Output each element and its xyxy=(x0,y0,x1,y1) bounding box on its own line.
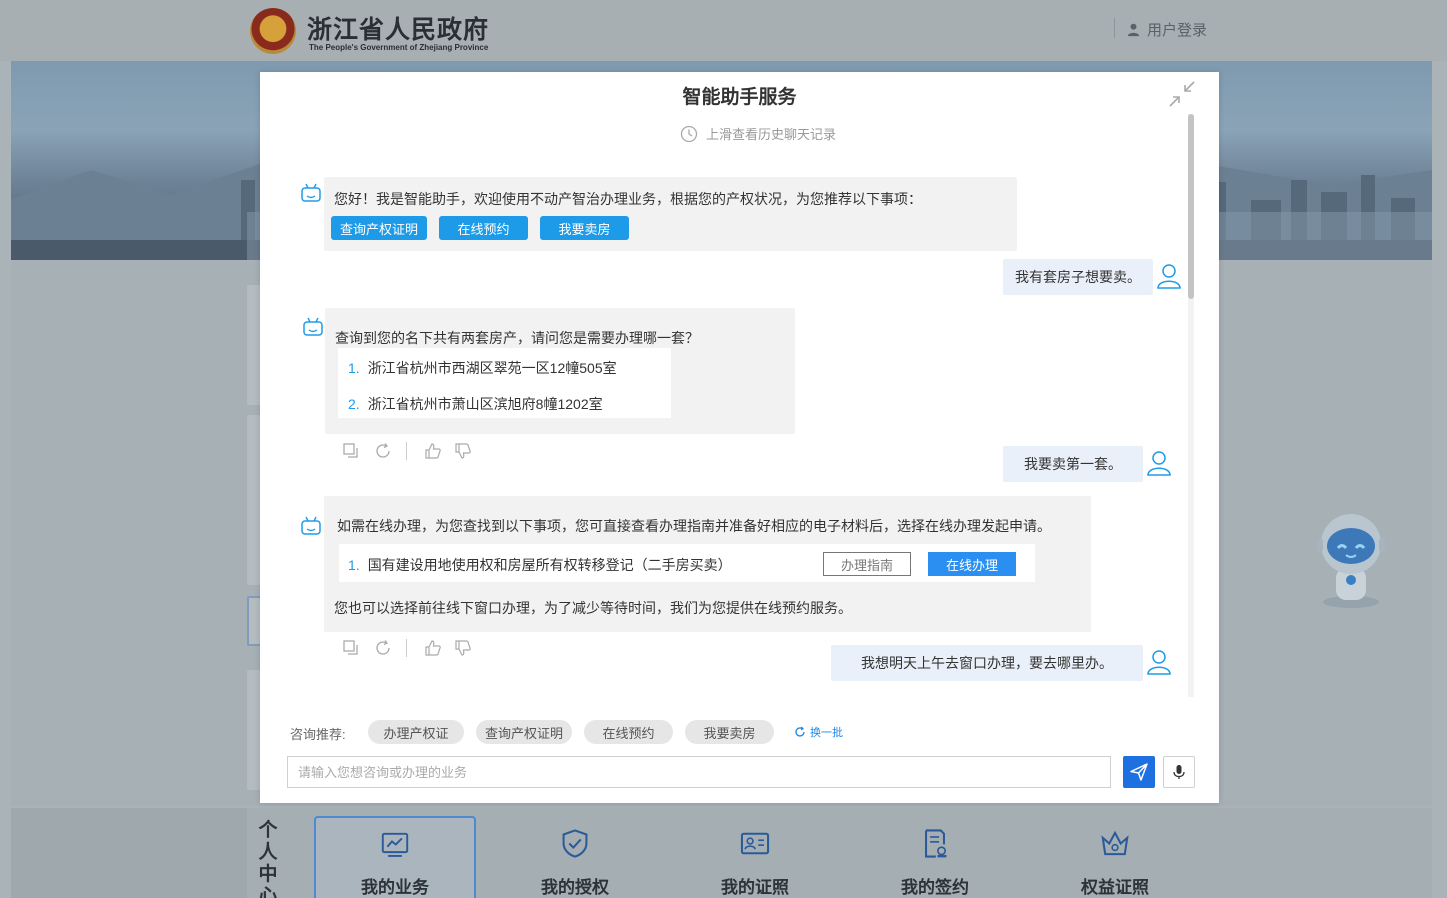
guide-button[interactable]: 办理指南 xyxy=(823,552,911,576)
assistant-robot-icon[interactable] xyxy=(1306,510,1396,610)
clock-icon xyxy=(680,125,698,142)
user-message: 我有套房子想要卖。 xyxy=(1003,259,1153,295)
user-avatar-icon xyxy=(1147,650,1171,675)
quick-my-licenses[interactable]: 我的证照 xyxy=(674,816,836,898)
thumbs-up-icon[interactable] xyxy=(424,639,442,657)
id-card-icon xyxy=(740,832,770,855)
quick-my-business[interactable]: 我的业务 xyxy=(314,816,476,898)
refresh-icon xyxy=(795,726,805,737)
personal-center-label: 个人中心 xyxy=(258,820,278,898)
dialog-title: 智能助手服务 xyxy=(682,87,797,108)
bot-message: 查询到您的名下共有两套房产，请问您是需要办理哪一套？ 1. 浙江省杭州市西湖区翠苑… xyxy=(325,308,795,434)
header-divider xyxy=(1114,18,1115,38)
user-avatar-icon xyxy=(1147,451,1171,476)
bot-avatar-icon xyxy=(303,317,323,336)
bot-avatar-icon xyxy=(301,516,321,535)
actions-divider xyxy=(406,442,407,460)
thumbs-down-icon[interactable] xyxy=(454,442,472,460)
paper-plane-icon xyxy=(1130,763,1148,781)
chip-query-property-certificate[interactable]: 查询产权证明 xyxy=(331,216,427,240)
assistant-dialog: 智能助手服务 上滑查看历史聊天记录 您好！我是智能助手，欢迎使用不动产智治办理业… xyxy=(260,72,1219,803)
user-avatar-icon xyxy=(1157,264,1181,289)
bot-message-text: 如需在线办理，为您查找到以下事项，您可直接查看办理指南并准备好相应的电子材料后，… xyxy=(337,518,1051,534)
contract-icon xyxy=(925,829,947,858)
chip-sell-house[interactable]: 我要卖房 xyxy=(540,216,629,240)
message-actions xyxy=(342,442,472,460)
service-item: 1. 国有建设用地使用权和房屋所有权转移登记（二手房买卖） xyxy=(348,555,732,575)
user-message-text: 我要卖第一套。 xyxy=(1024,456,1122,472)
chat-scrollbar-thumb[interactable] xyxy=(1188,114,1194,299)
login-link[interactable]: 用户登录 xyxy=(1126,19,1207,40)
quick-label: 我的业务 xyxy=(361,878,429,897)
chart-icon xyxy=(381,832,409,857)
bot-message-footer: 您也可以选择前往线下窗口办理，为了减少等待时间，我们为您提供在线预约服务。 xyxy=(334,600,852,616)
bot-message: 您好！我是智能助手，欢迎使用不动产智治办理业务，根据您的产权状况，为您推荐以下事… xyxy=(324,177,1017,251)
property-option-2[interactable]: 2. 浙江省杭州市萧山区滨旭府8幢1202室 xyxy=(348,394,603,414)
recommend-chip-apply-certificate[interactable]: 办理产权证 xyxy=(368,720,464,744)
login-label: 用户登录 xyxy=(1147,22,1208,39)
property-address: 浙江省杭州市西湖区翠苑一区12幢505室 xyxy=(367,360,617,376)
user-message-text: 我有套房子想要卖。 xyxy=(1015,269,1141,285)
recommend-chip-query-certificate[interactable]: 查询产权证明 xyxy=(476,720,572,744)
quick-label: 我的证照 xyxy=(721,878,789,897)
user-message: 我要卖第一套。 xyxy=(1003,446,1143,482)
history-hint[interactable]: 上滑查看历史聊天记录 xyxy=(680,124,836,143)
crown-icon xyxy=(1101,830,1129,856)
thumbs-down-icon[interactable] xyxy=(454,639,472,657)
bot-avatar-icon xyxy=(301,183,321,202)
property-option-1[interactable]: 1. 浙江省杭州市西湖区翠苑一区12幢505室 xyxy=(348,358,617,378)
quick-my-contracts[interactable]: 我的签约 xyxy=(854,816,1016,898)
refresh-recommendations-button[interactable]: 换一批 xyxy=(794,724,843,740)
recommend-chip-online-appointment[interactable]: 在线预约 xyxy=(584,720,673,744)
microphone-icon xyxy=(1173,765,1185,779)
chat-input[interactable] xyxy=(287,756,1111,788)
property-list: 1. 浙江省杭州市西湖区翠苑一区12幢505室 2. 浙江省杭州市萧山区滨旭府8幢1… xyxy=(338,348,671,418)
recommend-chip-sell-house[interactable]: 我要卖房 xyxy=(685,720,774,744)
voice-input-button[interactable] xyxy=(1163,756,1195,788)
user-message-text: 我想明天上午去窗口办理，要去哪里办。 xyxy=(861,655,1113,671)
user-message: 我想明天上午去窗口办理，要去哪里办。 xyxy=(831,645,1143,681)
quick-label: 权益证照 xyxy=(1081,878,1149,897)
send-button[interactable] xyxy=(1123,756,1155,788)
user-icon xyxy=(1127,23,1140,37)
property-address: 浙江省杭州市萧山区滨旭府8幢1202室 xyxy=(367,396,603,412)
history-hint-label: 上滑查看历史聊天记录 xyxy=(706,127,837,142)
list-number: 2. xyxy=(348,396,360,412)
list-number: 1. xyxy=(348,557,360,573)
collapse-icon[interactable] xyxy=(1168,80,1196,108)
message-actions xyxy=(342,639,472,657)
service-item-name: 国有建设用地使用权和房屋所有权转移登记（二手房买卖） xyxy=(367,557,732,573)
shield-check-icon xyxy=(562,829,588,858)
bot-message-text: 您好！我是智能助手，欢迎使用不动产智治办理业务，根据您的产权状况，为您推荐以下事… xyxy=(334,191,922,207)
regenerate-icon[interactable] xyxy=(374,442,392,460)
national-emblem-icon xyxy=(250,8,296,54)
site-header xyxy=(0,0,1447,61)
bot-message: 如需在线办理，为您查找到以下事项，您可直接查看办理指南并准备好相应的电子材料后，… xyxy=(324,496,1091,632)
bot-message-text: 查询到您的名下共有两套房产，请问您是需要办理哪一套？ xyxy=(335,330,699,346)
site-name-cn: 浙江省人民政府 xyxy=(307,15,490,44)
list-number: 1. xyxy=(348,360,360,376)
service-item-row: 1. 国有建设用地使用权和房屋所有权转移登记（二手房买卖） 办理指南 在线办理 xyxy=(339,544,1035,582)
quick-label: 我的授权 xyxy=(541,878,609,897)
actions-divider xyxy=(406,639,407,657)
refresh-label: 换一批 xyxy=(810,727,843,739)
recommend-label: 咨询推荐: xyxy=(290,727,346,742)
chip-online-appointment[interactable]: 在线预约 xyxy=(439,216,528,240)
quick-rights-licenses[interactable]: 权益证照 xyxy=(1034,816,1196,898)
site-name-en: The People's Government of Zhejiang Prov… xyxy=(309,43,489,52)
thumbs-up-icon[interactable] xyxy=(424,442,442,460)
apply-online-button[interactable]: 在线办理 xyxy=(928,552,1016,576)
copy-icon[interactable] xyxy=(342,442,360,460)
copy-icon[interactable] xyxy=(342,639,360,657)
quick-label: 我的签约 xyxy=(901,878,969,897)
quick-my-authorization[interactable]: 我的授权 xyxy=(494,816,656,898)
regenerate-icon[interactable] xyxy=(374,639,392,657)
